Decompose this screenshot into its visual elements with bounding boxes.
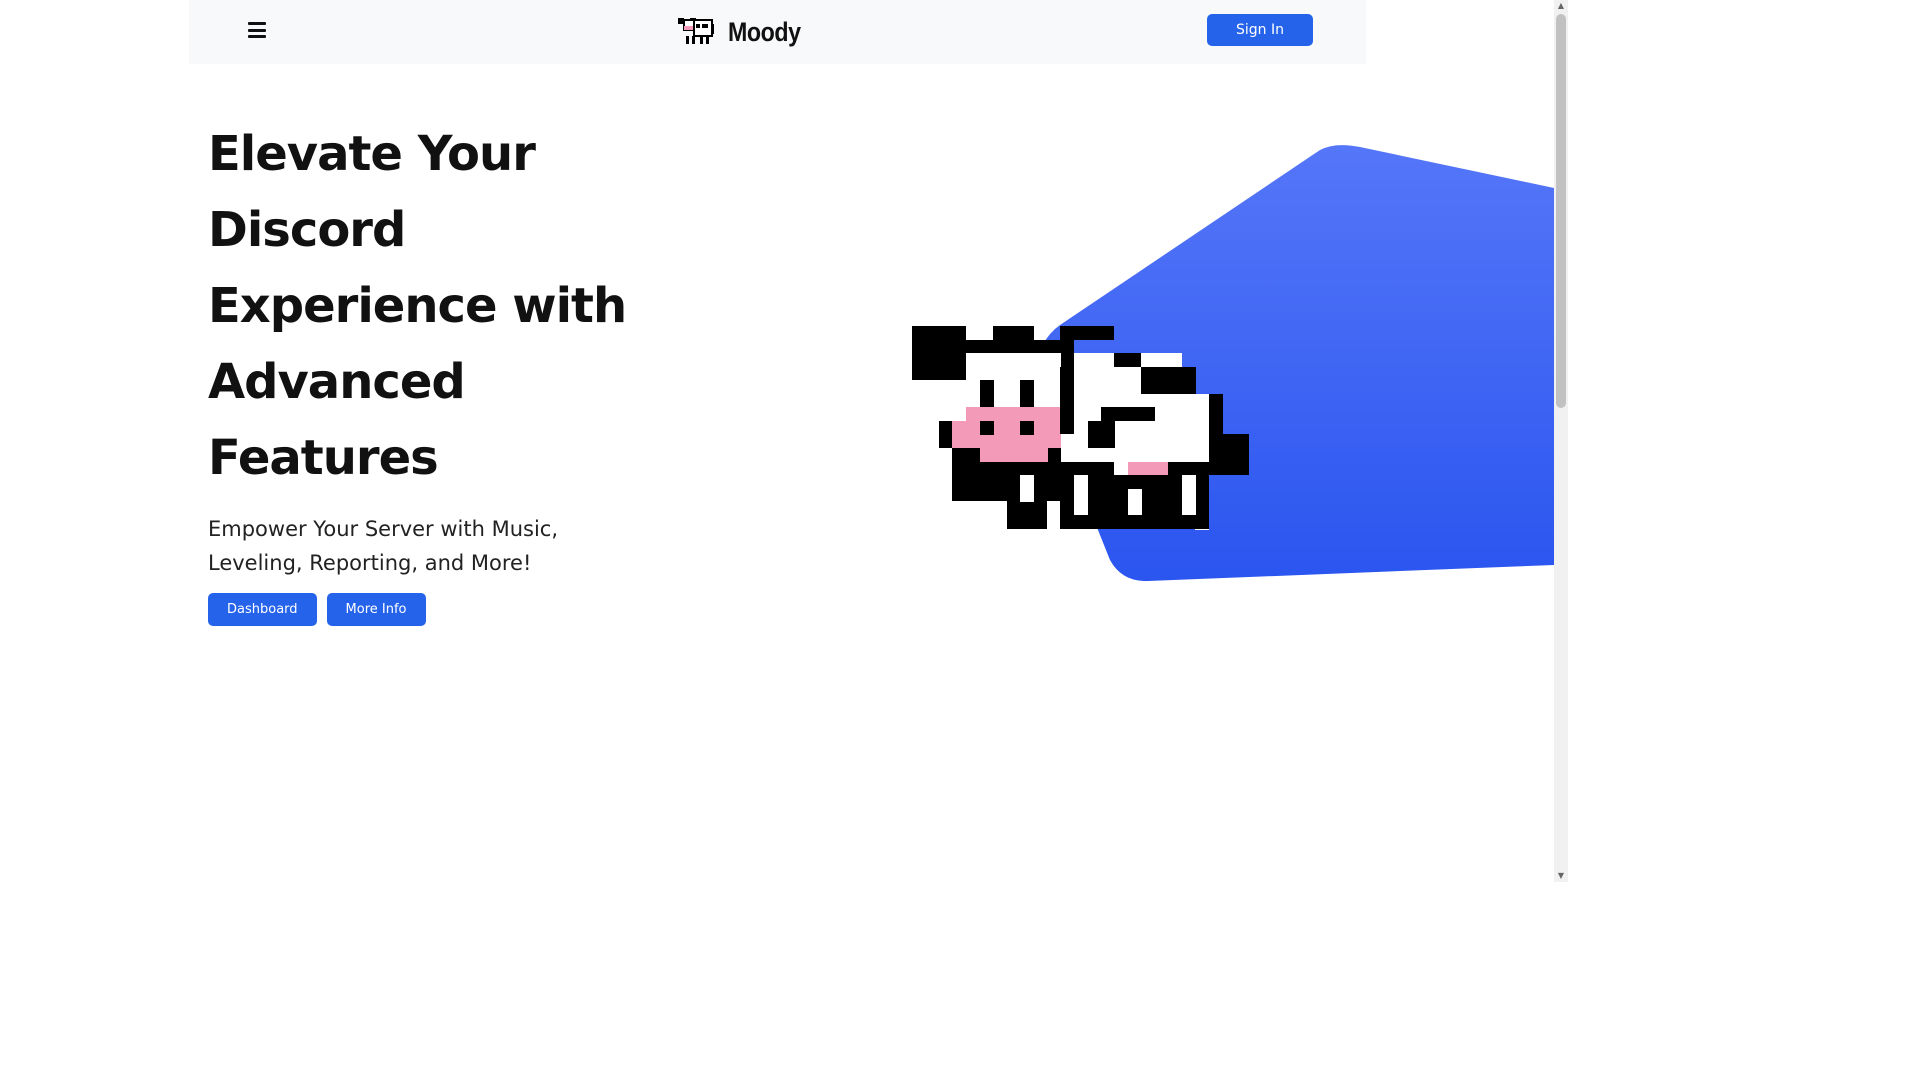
page-scrollbar[interactable]: ▲ ▼ xyxy=(1554,0,1568,882)
hero-section: Elevate Your Discord Experience with Adv… xyxy=(208,116,648,626)
scrollbar-thumb[interactable] xyxy=(1556,14,1566,408)
sign-in-button[interactable]: Sign In xyxy=(1207,14,1313,46)
brand-link[interactable]: Moody xyxy=(678,14,813,50)
hamburger-menu-icon[interactable] xyxy=(246,20,268,40)
landing-page: Moody Sign In Elevate Your Discord Exper… xyxy=(0,0,1568,882)
brand-name: Moody xyxy=(728,16,801,47)
scroll-up-arrow-icon[interactable]: ▲ xyxy=(1557,2,1565,10)
hero-button-row: Dashboard More Info xyxy=(208,593,648,626)
scroll-down-arrow-icon[interactable]: ▼ xyxy=(1557,872,1565,880)
hero-title: Elevate Your Discord Experience with Adv… xyxy=(208,126,627,486)
cow-logo-icon xyxy=(678,18,714,44)
dashboard-button[interactable]: Dashboard xyxy=(208,593,317,626)
more-info-button[interactable]: More Info xyxy=(326,593,426,626)
hero-subtitle: Empower Your Server with Music, Leveling… xyxy=(208,517,559,575)
hero-illustration xyxy=(912,145,1554,582)
